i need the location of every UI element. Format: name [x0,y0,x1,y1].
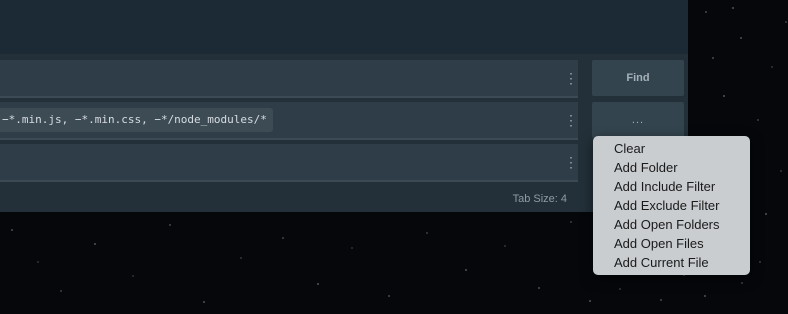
menu-item-add-current-file[interactable]: Add Current File [593,253,750,272]
menu-item-add-open-folders[interactable]: Add Open Folders [593,215,750,234]
menu-item-add-exclude-filter[interactable]: Add Exclude Filter [593,196,750,215]
menu-item-add-open-files[interactable]: Add Open Files [593,234,750,253]
find-button[interactable]: Find [592,60,684,96]
vertical-ellipsis-icon[interactable]: ⋮ [564,68,578,88]
vertical-ellipsis-icon[interactable]: ⋮ [564,110,578,130]
vertical-ellipsis-icon[interactable]: ⋮ [564,152,578,172]
filter-input[interactable]: −*.min.js, −*.min.css, −*/node_modules/*… [0,102,578,140]
more-options-button[interactable]: ... [592,102,684,138]
replace-input[interactable]: ⋮ [0,144,578,182]
options-menu: Clear Add Folder Add Include Filter Add … [593,136,750,275]
search-input[interactable]: ⋮ [0,60,578,98]
menu-item-add-folder[interactable]: Add Folder [593,158,750,177]
search-panel: ⋮ −*.min.js, −*.min.css, −*/node_modules… [0,0,688,212]
menu-item-add-include-filter[interactable]: Add Include Filter [593,177,750,196]
menu-item-clear[interactable]: Clear [593,139,750,158]
tab-size-status[interactable]: Tab Size: 4 [513,193,567,205]
panel-header [0,0,688,54]
filter-value: −*.min.js, −*.min.css, −*/node_modules/* [0,108,273,132]
